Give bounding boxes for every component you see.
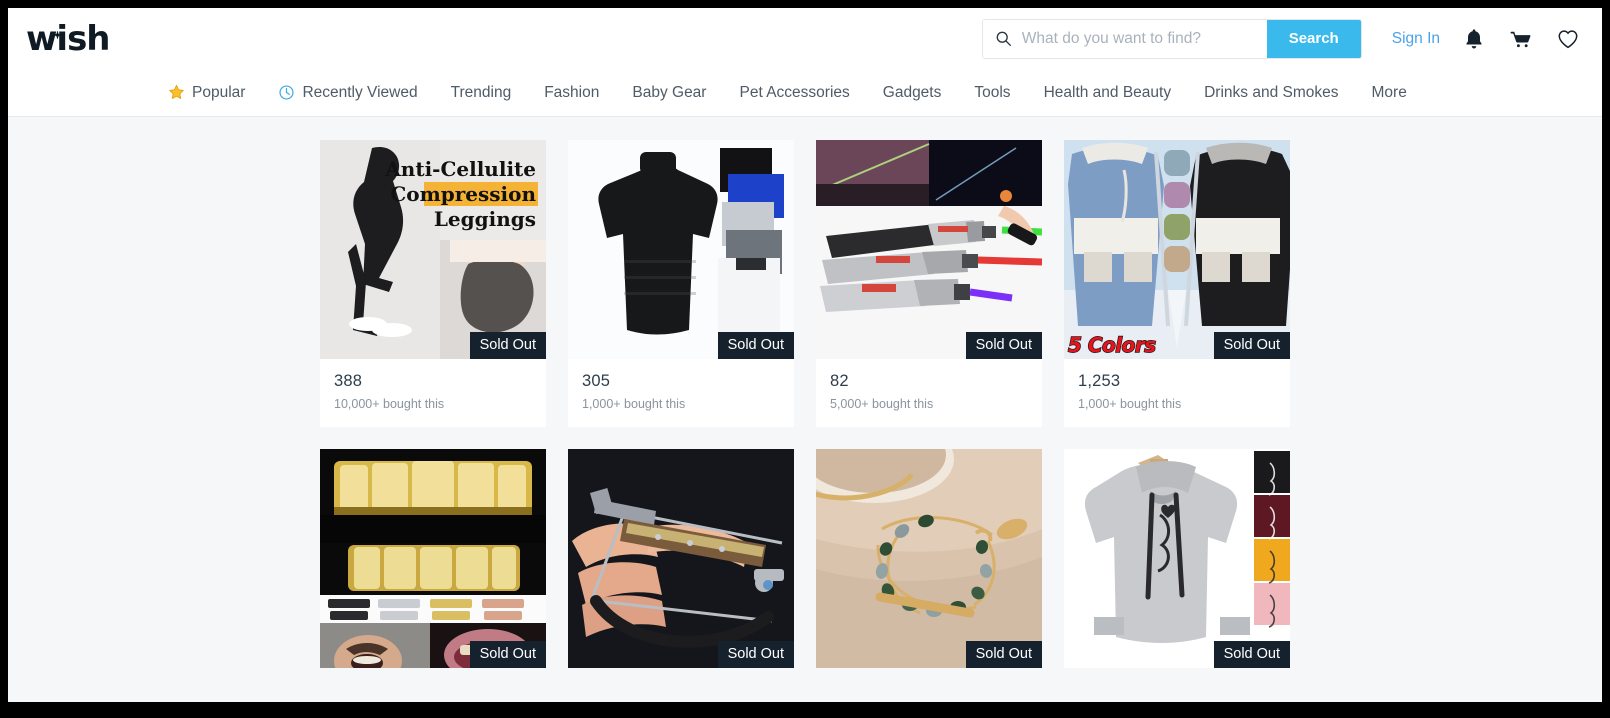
search-field [982,19,1267,58]
nav-label: Trending [450,83,512,101]
product-image: 5 Colors Sold Out [1064,140,1290,359]
product-card[interactable]: Anti-Cellulite Compression Leggings Sold… [320,140,546,427]
product-image: Sold Out [320,449,546,668]
nav-item-recently-viewed[interactable]: Recently Viewed [278,83,418,102]
product-image: Sold Out [816,449,1042,668]
product-card[interactable]: 5 Colors Sold Out 1,253 1,000+ bought th… [1064,140,1290,427]
nav-label: More [1371,83,1407,101]
product-info: 305 1,000+ bought this [568,359,794,427]
sold-out-badge: Sold Out [717,332,794,359]
bell-icon[interactable] [1462,27,1486,51]
nav-label: Pet Accessories [739,83,850,101]
product-image: Sold Out [816,140,1042,359]
product-grid: Anti-Cellulite Compression Leggings Sold… [8,117,1602,668]
product-price: 305 [582,372,611,390]
sold-out-badge: Sold Out [1213,641,1290,668]
wish-logo-text: wish [26,18,111,59]
sold-out-badge: Sold Out [965,641,1042,668]
svg-text:Compression: Compression [390,182,536,206]
nav-label: Tools [974,83,1011,101]
search-icon [996,31,1011,46]
product-card[interactable]: Sold Out [320,449,546,668]
product-artwork-leggings: Anti-Cellulite Compression Leggings [320,140,546,359]
product-artwork-turtleneck [568,140,794,359]
nav-label: Popular [192,83,246,101]
product-bought-count: 1,000+ bought this [1078,397,1182,411]
nav-label: Fashion [544,83,600,101]
sold-out-badge: Sold Out [469,332,546,359]
product-image: Sold Out [568,140,794,359]
nav-label: Recently Viewed [302,83,418,101]
sold-out-badge: Sold Out [469,641,546,668]
product-artwork-grillz [320,449,546,668]
product-info: 1,253 1,000+ bought this [1064,359,1290,427]
sold-out-badge: Sold Out [1213,332,1290,359]
svg-text:Anti-Cellulite: Anti-Cellulite [384,157,536,181]
header-actions: Search Sign In [981,18,1602,59]
product-bought-count: 5,000+ bought this [830,397,934,411]
nav-item-more[interactable]: More [1372,84,1407,102]
site-header: wish Search Sign In [8,8,1602,69]
star-icon [169,84,184,99]
heart-icon[interactable] [1556,27,1580,51]
nav-item-pet-accessories[interactable]: Pet Accessories [739,84,849,102]
nav-item-trending[interactable]: Trending [451,84,512,102]
clock-icon [279,85,294,100]
nav-item-drinks-and-smokes[interactable]: Drinks and Smokes [1204,84,1338,102]
product-card[interactable]: Sold Out 305 1,000+ bought this [568,140,794,427]
sold-out-badge: Sold Out [965,332,1042,359]
product-price: 1,253 [1078,372,1121,390]
product-image: Sold Out [1064,449,1290,668]
nav-label: Gadgets [882,83,942,101]
product-bought-count: 10,000+ bought this [334,397,445,411]
nav-item-baby-gear[interactable]: Baby Gear [632,84,706,102]
browser-viewport: wish Search Sign In [8,8,1602,702]
nav-label: Health and Beauty [1043,83,1172,101]
product-artwork-laser-pointer [816,140,1042,359]
search-button[interactable]: Search [1266,19,1361,58]
sold-out-badge: Sold Out [717,641,794,668]
product-artwork-hoodie [1064,449,1290,668]
svg-text:Leggings: Leggings [434,207,536,231]
product-card[interactable]: Sold Out [816,449,1042,668]
product-info: 82 5,000+ bought this [816,359,1042,427]
nav-label: Baby Gear [632,83,707,101]
nav-item-popular[interactable]: Popular [168,84,245,102]
nav-item-tools[interactable]: Tools [974,84,1010,102]
product-card[interactable]: Sold Out [1064,449,1290,668]
cart-icon[interactable] [1509,27,1533,51]
product-card[interactable]: Sold Out [568,449,794,668]
product-image: Anti-Cellulite Compression Leggings Sold… [320,140,546,359]
search-input[interactable] [1021,29,1267,48]
product-card[interactable]: Sold Out 82 5,000+ bought this [816,140,1042,427]
color-count-badge: 5 Colors [1067,332,1157,357]
product-info: 388 10,000+ bought this [320,359,546,427]
nav-item-fashion[interactable]: Fashion [544,84,599,102]
nav-label: Drinks and Smokes [1204,83,1339,101]
search-bar: Search [981,18,1362,59]
product-bought-count: 1,000+ bought this [582,397,686,411]
product-artwork-mini-crossbow [568,449,794,668]
wish-logo[interactable]: wish [24,18,111,59]
product-image: Sold Out [568,449,794,668]
sign-in-link[interactable]: Sign In [1392,30,1440,48]
product-artwork-fleece-jacket [1064,140,1290,359]
product-price: 82 [830,372,849,390]
product-price: 388 [334,372,363,390]
nav-item-gadgets[interactable]: Gadgets [883,84,942,102]
nav-item-health-and-beauty[interactable]: Health and Beauty [1044,84,1172,102]
product-artwork-bracelet [816,449,1042,668]
category-nav: Popular Recently Viewed Trending Fashion… [8,69,1602,117]
